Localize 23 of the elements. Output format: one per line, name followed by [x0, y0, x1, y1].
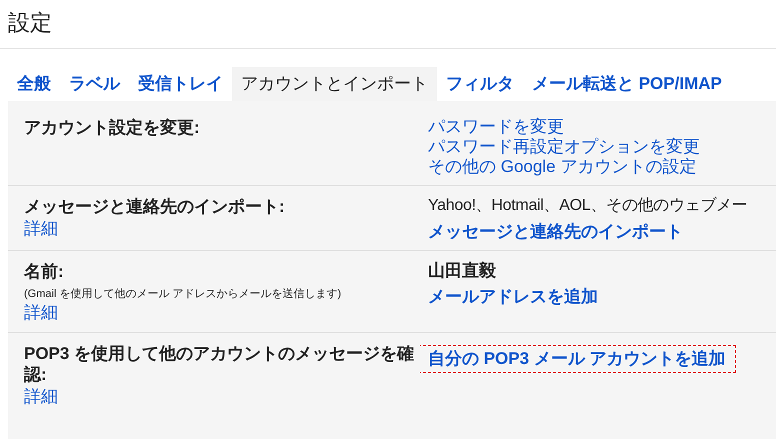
details-link[interactable]: 詳細: [24, 301, 58, 324]
setting-label: 名前:: [24, 261, 65, 282]
link[interactable]: その他の Google アカウントの設定: [428, 157, 696, 177]
setting-label: メッセージと連絡先のインポート:: [24, 196, 286, 217]
page-title: 設定: [0, 0, 776, 49]
tab[interactable]: アカウントとインポート: [232, 67, 437, 101]
setting-label: POP3 を使用して他のアカウントのメッセージを確認:: [24, 343, 416, 385]
details-link[interactable]: 詳細: [24, 385, 58, 408]
setting-note: (Gmail を使用して他のメール アドレスからメールを送信します): [24, 287, 342, 301]
link[interactable]: メッセージと連絡先のインポート: [428, 222, 683, 242]
description-text: Yahoo!、Hotmail、AOL、その他のウェブメー: [428, 196, 748, 216]
link[interactable]: パスワード再設定オプションを変更: [428, 137, 700, 157]
tab[interactable]: メール転送と POP/IMAP: [523, 67, 731, 101]
setting-label: アカウント設定を変更:: [24, 117, 201, 138]
link[interactable]: メールアドレスを追加: [428, 287, 598, 307]
details-link[interactable]: 詳細: [24, 217, 58, 240]
link[interactable]: 自分の POP3 メール アカウントを追加: [420, 345, 736, 373]
tab[interactable]: 受信トレイ: [129, 67, 232, 101]
tab[interactable]: ラベル: [60, 67, 129, 101]
tab[interactable]: 全般: [8, 67, 60, 101]
name-text: 山田直毅: [428, 261, 496, 281]
tab[interactable]: フィルタ: [437, 67, 523, 101]
link[interactable]: パスワードを変更: [428, 117, 564, 137]
